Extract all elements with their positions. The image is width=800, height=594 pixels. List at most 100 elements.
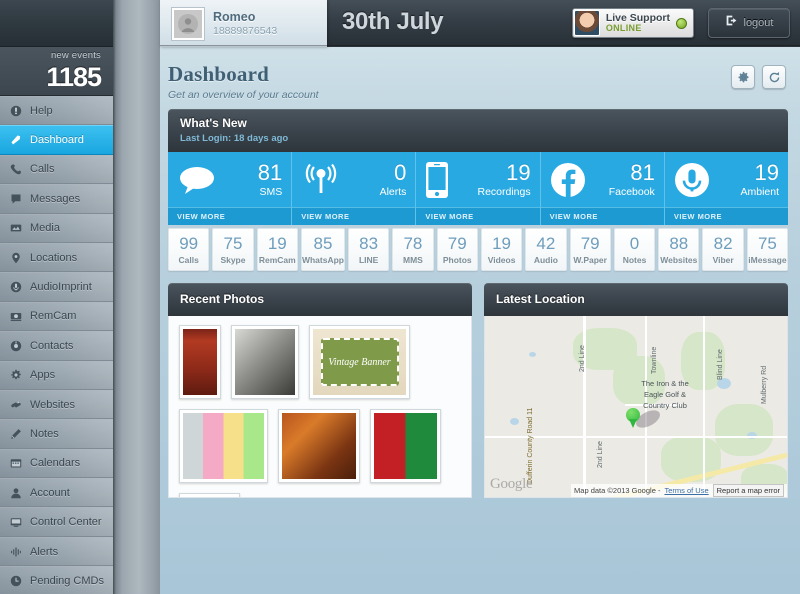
view-more-button[interactable]: VIEW MORE bbox=[664, 207, 789, 225]
sidebar-item-label: Notes bbox=[30, 427, 59, 440]
counter-value: 83 bbox=[359, 234, 379, 253]
google-logo: Google bbox=[490, 476, 533, 492]
counter-notes[interactable]: 0 Notes bbox=[613, 228, 656, 271]
stat-tile-value: 81 bbox=[630, 159, 655, 185]
vintage-gas-pump-photo[interactable] bbox=[179, 325, 221, 399]
sidebar-item-label: Help bbox=[30, 104, 53, 117]
sidebar-divider-strip bbox=[113, 0, 160, 594]
photo-thumbnail bbox=[183, 329, 217, 395]
main-content: Dashboard Get an overview of your accoun… bbox=[160, 47, 800, 594]
phone-icon bbox=[9, 163, 22, 176]
sidebar-item-messages[interactable]: Messages bbox=[0, 184, 113, 214]
whats-new-header: What's New Last Login: 18 days ago bbox=[168, 109, 788, 152]
old-tools-bw-photo[interactable] bbox=[231, 325, 299, 399]
sidebar: new events 1185 Help Dashboard Calls Messag… bbox=[0, 0, 113, 594]
vintage-banner-photo[interactable]: Vintage Banner bbox=[309, 325, 410, 399]
stat-tile-facebook[interactable]: 81 Facebook VIEW MORE bbox=[540, 152, 665, 225]
view-more-button[interactable]: VIEW MORE bbox=[416, 207, 540, 225]
silver-ornaments-photo[interactable] bbox=[179, 493, 240, 497]
street-label: Mulberry Rd bbox=[761, 365, 768, 404]
counter-value: 19 bbox=[492, 234, 512, 253]
counter-value: 0 bbox=[629, 234, 640, 253]
sidebar-item-label: Apps bbox=[30, 369, 56, 382]
smartphone-icon bbox=[425, 161, 449, 199]
stat-tile-recordings[interactable]: 19 Recordings VIEW MORE bbox=[416, 152, 541, 225]
settings-button[interactable] bbox=[731, 65, 755, 89]
sidebar-item-notes[interactable]: Notes bbox=[0, 419, 113, 449]
counter-whatsapp[interactable]: 85 WhatsApp bbox=[300, 228, 345, 271]
logout-button[interactable]: logout bbox=[708, 8, 790, 38]
counter-label: Calls bbox=[178, 255, 199, 265]
sidebar-item-label: Calls bbox=[30, 163, 55, 176]
sidebar-item-label: Locations bbox=[30, 251, 78, 264]
report-map-error-button[interactable]: Report a map error bbox=[712, 484, 784, 497]
counter-label: LINE bbox=[358, 255, 379, 265]
counter-w-paper[interactable]: 79 W.Paper bbox=[569, 228, 611, 271]
message-icon bbox=[9, 192, 22, 205]
counter-skype[interactable]: 75 Skype bbox=[212, 228, 254, 271]
recent-photos-header: Recent Photos bbox=[168, 283, 472, 316]
sidebar-item-media[interactable]: Media bbox=[0, 213, 113, 243]
sidebar-item-alerts[interactable]: Alerts bbox=[0, 536, 113, 567]
counter-photos[interactable]: 79 Photos bbox=[436, 228, 478, 271]
sidebar-item-audioimprint[interactable]: AudioImprint bbox=[0, 272, 113, 302]
facebook-icon bbox=[550, 162, 586, 198]
sidebar-item-control-center[interactable]: Control Center bbox=[0, 507, 113, 537]
sidebar-item-label: Account bbox=[30, 486, 70, 499]
sidebar-item-apps[interactable]: Apps bbox=[0, 360, 113, 390]
page-subtitle: Get an overview of your account bbox=[168, 89, 319, 101]
sidebar-item-pending-cmds[interactable]: Pending CMDs bbox=[0, 566, 113, 594]
view-more-label: VIEW MORE bbox=[177, 212, 226, 221]
counter-remcam[interactable]: 19 RemCam bbox=[256, 228, 298, 271]
counter-label: W.Paper bbox=[573, 255, 607, 265]
sidebar-item-remcam[interactable]: RemCam bbox=[0, 301, 113, 332]
sidebar-item-calls[interactable]: Calls bbox=[0, 154, 113, 185]
sidebar-logo-area bbox=[0, 0, 113, 47]
sidebar-item-dashboard[interactable]: Dashboard bbox=[0, 125, 113, 155]
counter-imessage[interactable]: 75 iMessage bbox=[746, 228, 789, 271]
sidebar-item-locations[interactable]: Locations bbox=[0, 242, 113, 273]
counter-line[interactable]: 83 LINE bbox=[347, 228, 390, 271]
online-status-dot bbox=[676, 17, 687, 29]
counter-label: MMS bbox=[403, 255, 423, 265]
colorful-grid-photo[interactable] bbox=[179, 409, 268, 483]
refresh-button[interactable] bbox=[762, 65, 786, 89]
photo-thumbnail bbox=[282, 413, 356, 479]
map-pin[interactable] bbox=[626, 408, 640, 428]
counter-audio[interactable]: 42 Audio bbox=[525, 228, 567, 271]
counter-websites[interactable]: 88 Websites bbox=[658, 228, 700, 271]
sidebar-item-label: AudioImprint bbox=[30, 281, 92, 294]
sidebar-item-account[interactable]: Account bbox=[0, 478, 113, 508]
view-more-label: VIEW MORE bbox=[673, 212, 723, 221]
soda-cans-photo[interactable] bbox=[370, 409, 441, 483]
live-support-button[interactable]: Live Support ONLINE bbox=[571, 8, 694, 38]
terms-of-use-link[interactable]: Terms of Use bbox=[664, 486, 708, 495]
sidebar-item-websites[interactable]: Websites bbox=[0, 389, 113, 420]
microphone-icon bbox=[674, 162, 710, 198]
view-more-button[interactable]: VIEW MORE bbox=[540, 207, 664, 225]
profile-block[interactable]: Romeo 18889876543 bbox=[160, 0, 327, 47]
latest-location-header: Latest Location bbox=[484, 283, 788, 316]
sidebar-item-contacts[interactable]: Contacts bbox=[0, 331, 113, 361]
new-events-count: 1185 bbox=[46, 62, 102, 92]
stat-tile-alerts[interactable]: 0 Alerts VIEW MORE bbox=[292, 152, 417, 225]
view-more-button[interactable]: VIEW MORE bbox=[168, 207, 292, 225]
gear-icon bbox=[9, 369, 22, 382]
counter-viber[interactable]: 82 Viber bbox=[702, 228, 744, 271]
view-more-button[interactable]: VIEW MORE bbox=[292, 207, 416, 225]
stat-tile-sms[interactable]: 81 SMS VIEW MORE bbox=[168, 152, 293, 225]
counter-mms[interactable]: 78 MMS bbox=[392, 228, 434, 271]
counter-value: 42 bbox=[536, 234, 556, 253]
market-stall-photo[interactable] bbox=[278, 409, 360, 483]
counter-calls[interactable]: 99 Calls bbox=[168, 228, 210, 271]
avatar bbox=[172, 7, 204, 40]
location-map[interactable]: 2nd Line 2nd Line Dufferin County Road 1… bbox=[485, 316, 787, 497]
counter-videos[interactable]: 19 Videos bbox=[480, 228, 523, 271]
new-events-label: new events bbox=[50, 50, 101, 61]
stat-tile-value: 81 bbox=[257, 159, 283, 185]
sidebar-item-help[interactable]: Help bbox=[0, 96, 113, 126]
counter-label: RemCam bbox=[258, 255, 296, 265]
stat-tile-ambient[interactable]: 19 Ambient VIEW MORE bbox=[664, 152, 789, 225]
sidebar-item-calendars[interactable]: Calendars bbox=[0, 448, 113, 479]
current-date: 30th July bbox=[342, 8, 444, 35]
